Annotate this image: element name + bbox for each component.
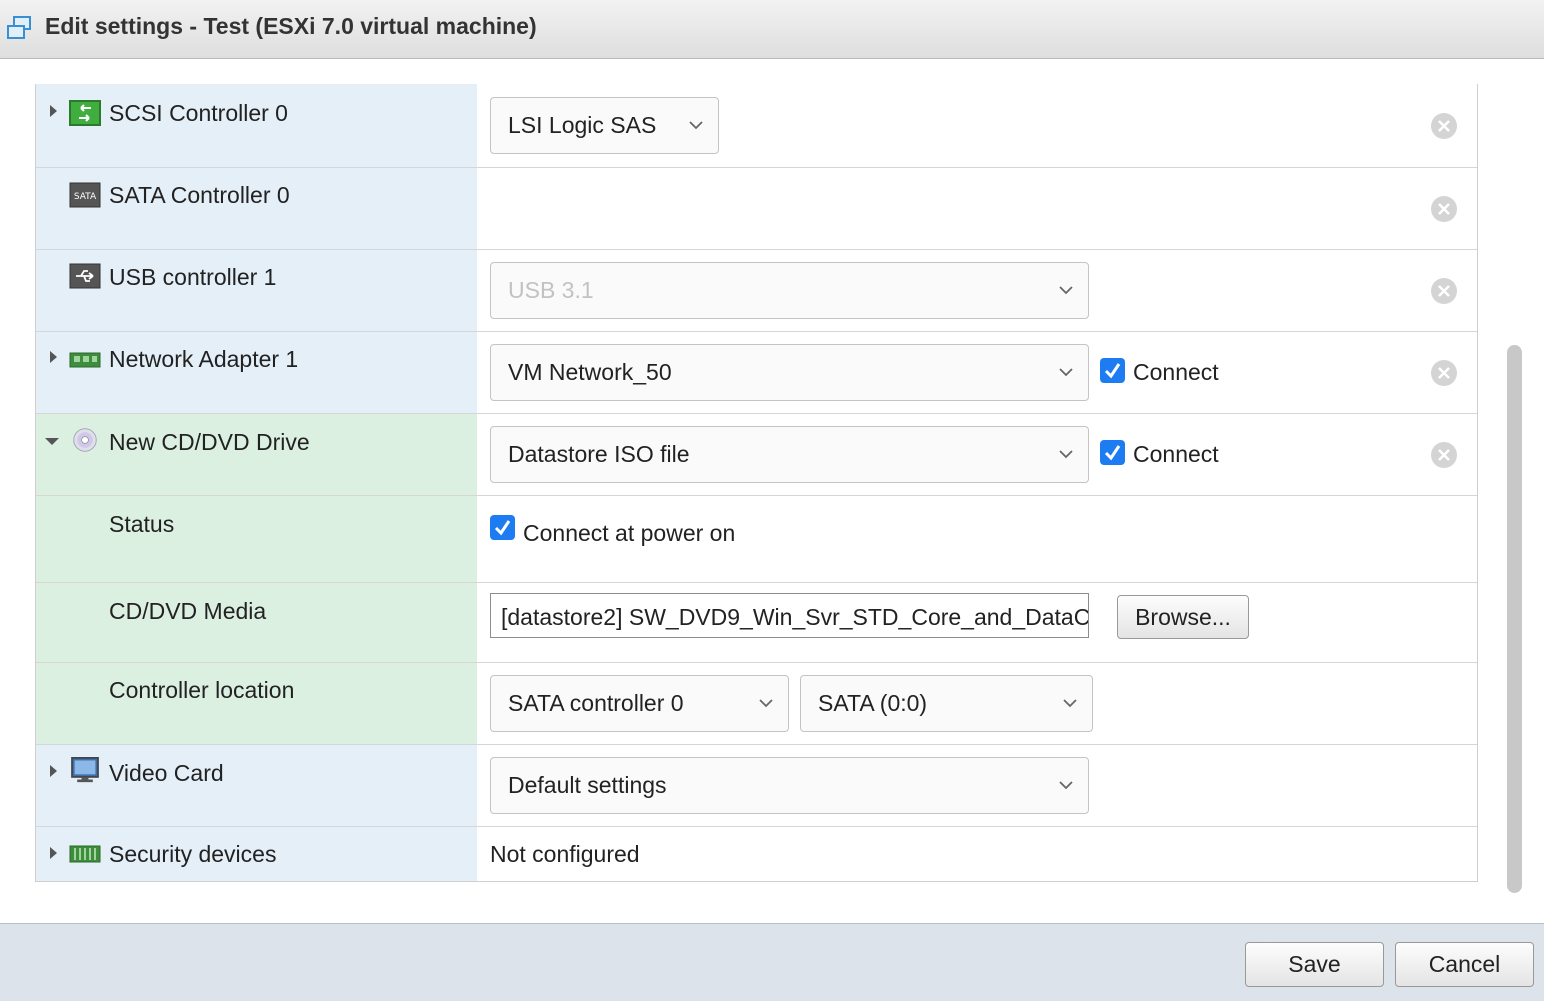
video-card-icon xyxy=(71,757,99,783)
device-label: USB controller 1 xyxy=(109,264,277,290)
expand-arrow-icon[interactable] xyxy=(50,765,57,777)
row-usb-controller: USB controller 1 USB 3.1 xyxy=(36,250,1477,332)
usb-controller-icon xyxy=(69,263,101,289)
collapse-arrow-icon[interactable] xyxy=(45,438,59,445)
device-label: Video Card xyxy=(109,760,224,786)
row-scsi-controller: SCSI Controller 0 LSI Logic SAS xyxy=(36,84,1477,168)
cd-dvd-icon xyxy=(73,428,97,452)
security-devices-value: Not configured xyxy=(490,841,640,867)
expand-arrow-icon[interactable] xyxy=(50,105,57,117)
scsi-controller-icon xyxy=(69,100,101,126)
vertical-scrollbar[interactable] xyxy=(1507,345,1522,893)
sata-controller-icon: SATA xyxy=(69,182,101,208)
controller-node-select[interactable]: SATA (0:0) xyxy=(800,675,1093,732)
row-controller-location: Controller location SATA controller 0 SA… xyxy=(36,663,1477,745)
scsi-type-select[interactable]: LSI Logic SAS xyxy=(490,97,719,154)
remove-device-icon[interactable] xyxy=(1430,195,1458,223)
remove-device-icon[interactable] xyxy=(1430,277,1458,305)
chevron-down-icon xyxy=(1059,450,1073,459)
security-devices-icon xyxy=(69,845,101,863)
hardware-table: SCSI Controller 0 LSI Logic SAS SATA SAT… xyxy=(35,84,1478,882)
network-adapter-icon xyxy=(69,352,101,368)
iso-path-input[interactable]: [datastore2] SW_DVD9_Win_Svr_STD_Core_an… xyxy=(490,593,1089,638)
network-connect-checkbox[interactable] xyxy=(1100,358,1125,383)
vm-icon xyxy=(7,16,31,39)
dialog-title: Edit settings - Test (ESXi 7.0 virtual m… xyxy=(45,13,537,39)
row-cd-dvd-status: Status Connect at power on xyxy=(36,496,1477,583)
chevron-down-icon xyxy=(759,699,773,708)
row-cd-dvd-media: CD/DVD Media [datastore2] SW_DVD9_Win_Sv… xyxy=(36,583,1477,663)
device-label: SCSI Controller 0 xyxy=(109,100,288,126)
chevron-down-icon xyxy=(1059,368,1073,377)
row-network-adapter: Network Adapter 1 VM Network_50 Connect xyxy=(36,332,1477,414)
device-label: Network Adapter 1 xyxy=(109,346,299,372)
device-label: Security devices xyxy=(109,841,277,867)
video-settings-select[interactable]: Default settings xyxy=(490,757,1089,814)
chevron-down-icon xyxy=(1059,781,1073,790)
cd-dvd-connect-checkbox[interactable] xyxy=(1100,440,1125,465)
browse-button[interactable]: Browse... xyxy=(1117,595,1249,639)
dialog-footer: Save Cancel xyxy=(0,923,1544,1001)
row-video-card: Video Card Default settings xyxy=(36,745,1477,827)
svg-text:SATA: SATA xyxy=(74,192,97,202)
row-cd-dvd-drive: New CD/DVD Drive Datastore ISO file Conn… xyxy=(36,414,1477,496)
expand-arrow-icon[interactable] xyxy=(50,847,57,859)
remove-device-icon[interactable] xyxy=(1430,359,1458,387)
row-sata-controller: SATA SATA Controller 0 xyxy=(36,168,1477,250)
usb-version-select[interactable]: USB 3.1 xyxy=(490,262,1089,319)
save-button[interactable]: Save xyxy=(1245,942,1384,987)
chevron-down-icon xyxy=(689,121,703,130)
row-security-devices: Security devices Not configured xyxy=(36,827,1477,881)
remove-device-icon[interactable] xyxy=(1430,441,1458,469)
controller-select[interactable]: SATA controller 0 xyxy=(490,675,789,732)
device-label: SATA Controller 0 xyxy=(109,182,290,208)
cd-dvd-type-select[interactable]: Datastore ISO file xyxy=(490,426,1089,483)
connect-at-power-on-label: Connect at power on xyxy=(523,520,736,546)
controller-location-label: Controller location xyxy=(109,677,295,703)
media-label: CD/DVD Media xyxy=(109,598,267,624)
chevron-down-icon xyxy=(1063,699,1077,708)
connect-label: Connect xyxy=(1133,441,1219,467)
remove-device-icon[interactable] xyxy=(1430,112,1458,140)
dialog-titlebar: Edit settings - Test (ESXi 7.0 virtual m… xyxy=(0,0,1544,59)
status-label: Status xyxy=(109,511,175,537)
cancel-button[interactable]: Cancel xyxy=(1395,942,1534,987)
network-select[interactable]: VM Network_50 xyxy=(490,344,1089,401)
device-label: New CD/DVD Drive xyxy=(109,429,310,455)
connect-at-power-on-checkbox[interactable] xyxy=(490,515,515,540)
connect-label: Connect xyxy=(1133,359,1219,385)
expand-arrow-icon[interactable] xyxy=(50,351,57,363)
chevron-down-icon xyxy=(1059,286,1073,295)
